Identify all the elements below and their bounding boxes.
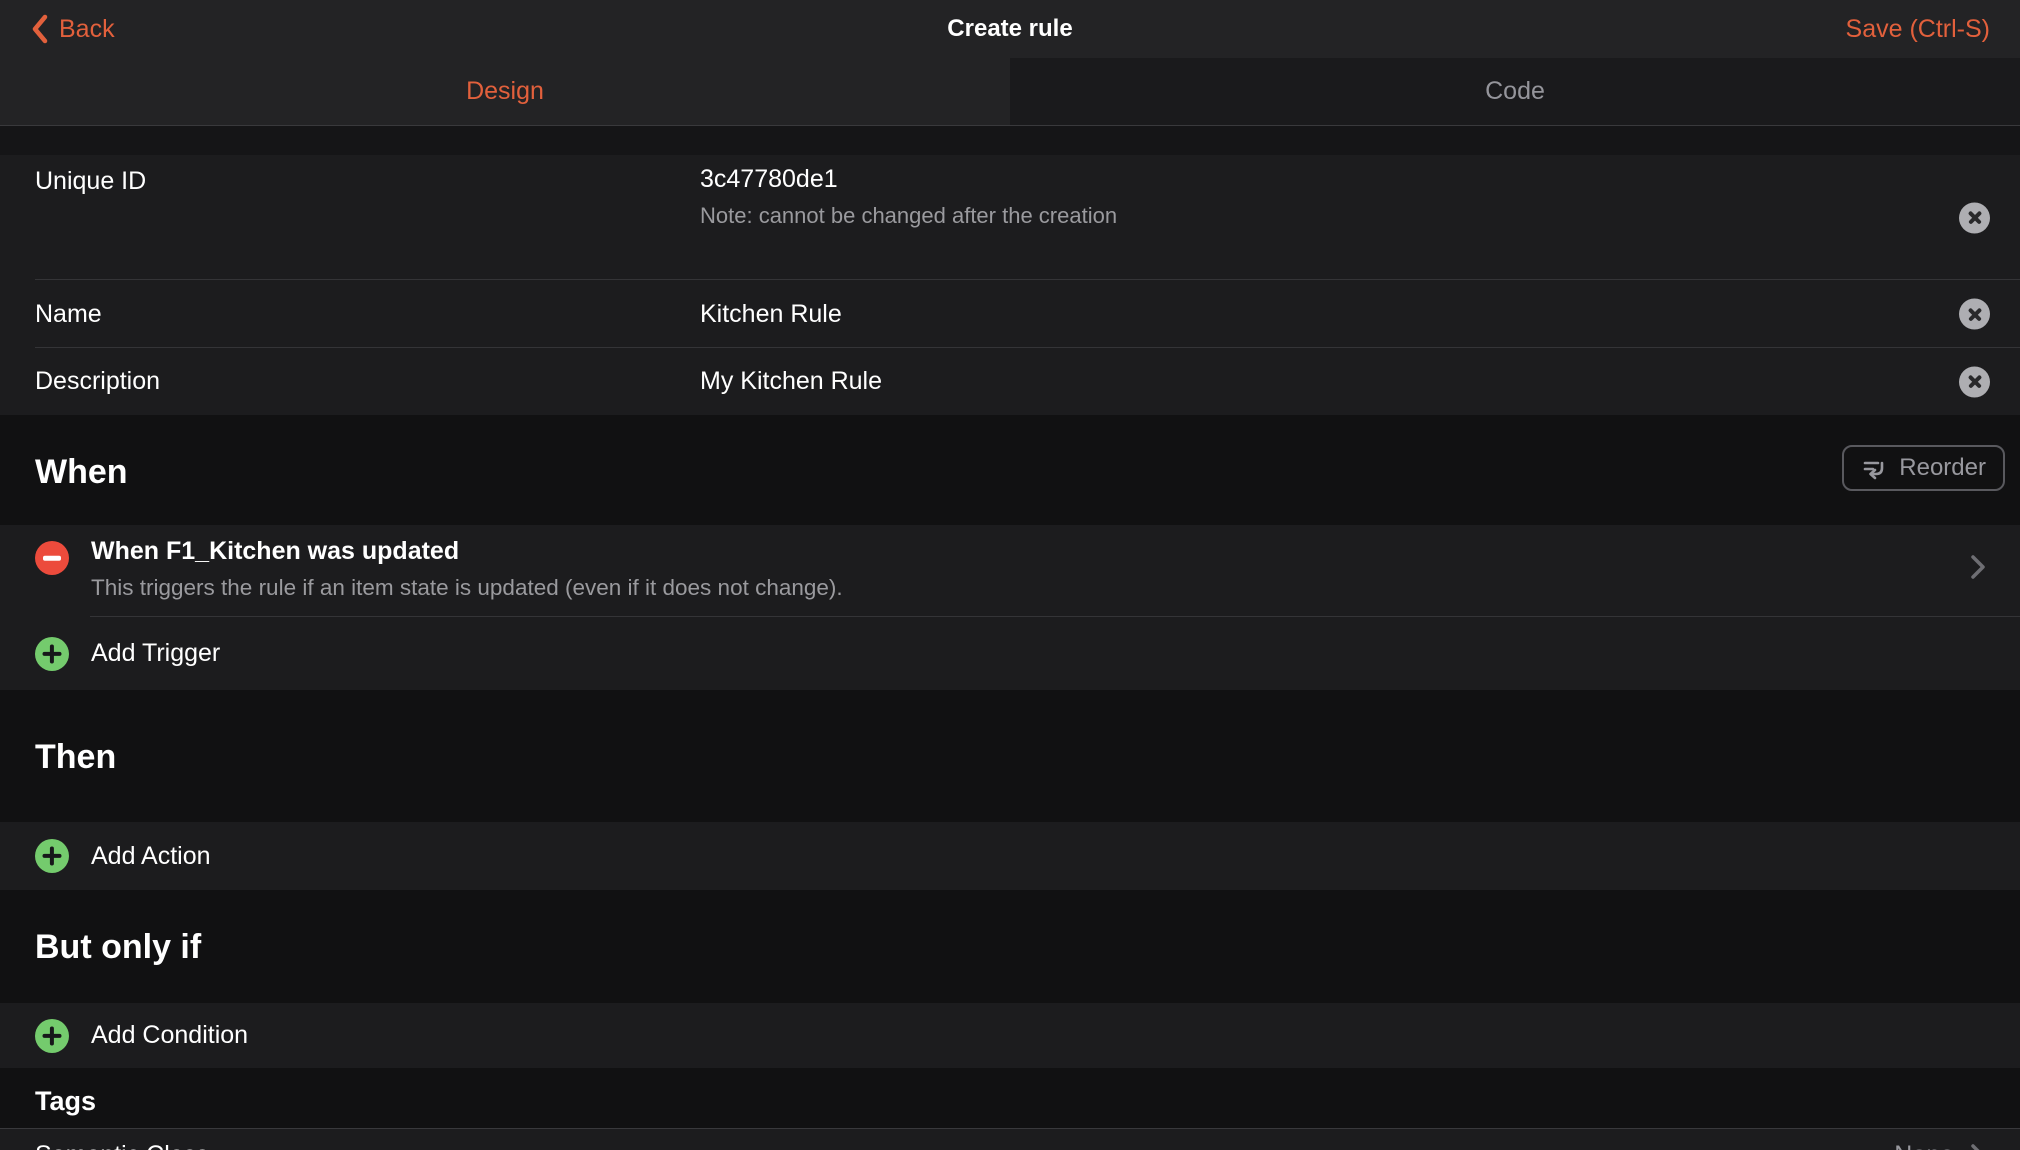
name-field-col: Kitchen Rule: [700, 300, 1990, 329]
semantic-class-label: Semantic Class: [35, 1141, 209, 1150]
description-label: Description: [35, 367, 700, 396]
clear-description-button[interactable]: [1959, 366, 1990, 397]
remove-trigger-icon[interactable]: [35, 541, 69, 575]
name-input[interactable]: Kitchen Rule: [700, 300, 1920, 329]
tags-section-header: Tags: [0, 1068, 2020, 1128]
tab-design[interactable]: Design: [0, 58, 1010, 125]
back-label: Back: [59, 15, 115, 44]
add-condition-button[interactable]: Add Condition: [0, 1003, 2020, 1068]
but-only-if-section-header: But only if: [0, 890, 2020, 1003]
trigger-title: When F1_Kitchen was updated: [91, 537, 1920, 566]
back-chevron-icon: [30, 13, 50, 45]
back-button[interactable]: Back: [30, 13, 115, 45]
triggers-list: When F1_Kitchen was updated This trigger…: [0, 525, 2020, 690]
plus-circle-icon: [35, 839, 69, 873]
plus-circle-icon: [35, 637, 69, 671]
tags-title: Tags: [35, 1068, 2020, 1117]
unique-id-note: Note: cannot be changed after the creati…: [700, 203, 1920, 229]
conditions-list: Add Condition: [0, 1003, 2020, 1068]
unique-id-label: Unique ID: [35, 165, 700, 196]
reorder-button[interactable]: Reorder: [1842, 445, 2005, 491]
clear-name-button[interactable]: [1959, 299, 1990, 330]
add-trigger-label: Add Trigger: [91, 639, 220, 668]
unique-id-field-col: 3c47780de1 Note: cannot be changed after…: [700, 165, 1990, 229]
chevron-right-icon: [1970, 1142, 1986, 1150]
create-rule-screen: Back Create rule Save (Ctrl-S) Design Co…: [0, 0, 2020, 1150]
tab-code[interactable]: Code: [1010, 58, 2020, 125]
add-trigger-button[interactable]: Add Trigger: [0, 617, 2020, 690]
rule-info-list: Unique ID 3c47780de1 Note: cannot be cha…: [0, 155, 2020, 415]
reorder-icon: [1861, 455, 1888, 482]
actions-list: Add Action: [0, 822, 2020, 890]
add-condition-label: Add Condition: [91, 1021, 248, 1050]
then-title: Then: [35, 690, 2020, 777]
design-code-tabbar: Design Code: [0, 58, 2020, 126]
add-action-button[interactable]: Add Action: [0, 822, 2020, 890]
description-row: Description My Kitchen Rule: [0, 348, 2020, 415]
list-top-spacer: [0, 126, 2020, 155]
semantic-class-after: None: [1894, 1141, 1986, 1150]
plus-circle-icon: [35, 1019, 69, 1053]
trigger-subtitle: This triggers the rule if an item state …: [91, 575, 1920, 601]
semantic-class-value: None: [1894, 1141, 1954, 1150]
semantic-class-row[interactable]: Semantic Class None: [0, 1129, 2020, 1150]
but-only-if-title: But only if: [35, 890, 2020, 967]
trigger-text: When F1_Kitchen was updated This trigger…: [91, 537, 1990, 601]
clear-unique-id-button[interactable]: [1959, 202, 1990, 233]
unique-id-input[interactable]: 3c47780de1: [700, 165, 1920, 194]
name-label: Name: [35, 300, 700, 329]
trigger-item-row[interactable]: When F1_Kitchen was updated This trigger…: [0, 525, 2020, 617]
when-title: When: [35, 415, 2020, 492]
unique-id-row: Unique ID 3c47780de1 Note: cannot be cha…: [0, 155, 2020, 280]
save-button[interactable]: Save (Ctrl-S): [1846, 15, 1990, 44]
name-row: Name Kitchen Rule: [0, 280, 2020, 348]
navbar: Back Create rule Save (Ctrl-S): [0, 0, 2020, 58]
add-action-label: Add Action: [91, 842, 211, 871]
when-section-header: When Reorder: [0, 415, 2020, 525]
reorder-label: Reorder: [1899, 454, 1986, 482]
description-input[interactable]: My Kitchen Rule: [700, 367, 1920, 396]
chevron-right-icon: [1970, 553, 1986, 581]
tags-list: Semantic Class None: [0, 1128, 2020, 1150]
page-title: Create rule: [947, 15, 1072, 43]
then-section-header: Then: [0, 690, 2020, 822]
description-field-col: My Kitchen Rule: [700, 367, 1990, 396]
